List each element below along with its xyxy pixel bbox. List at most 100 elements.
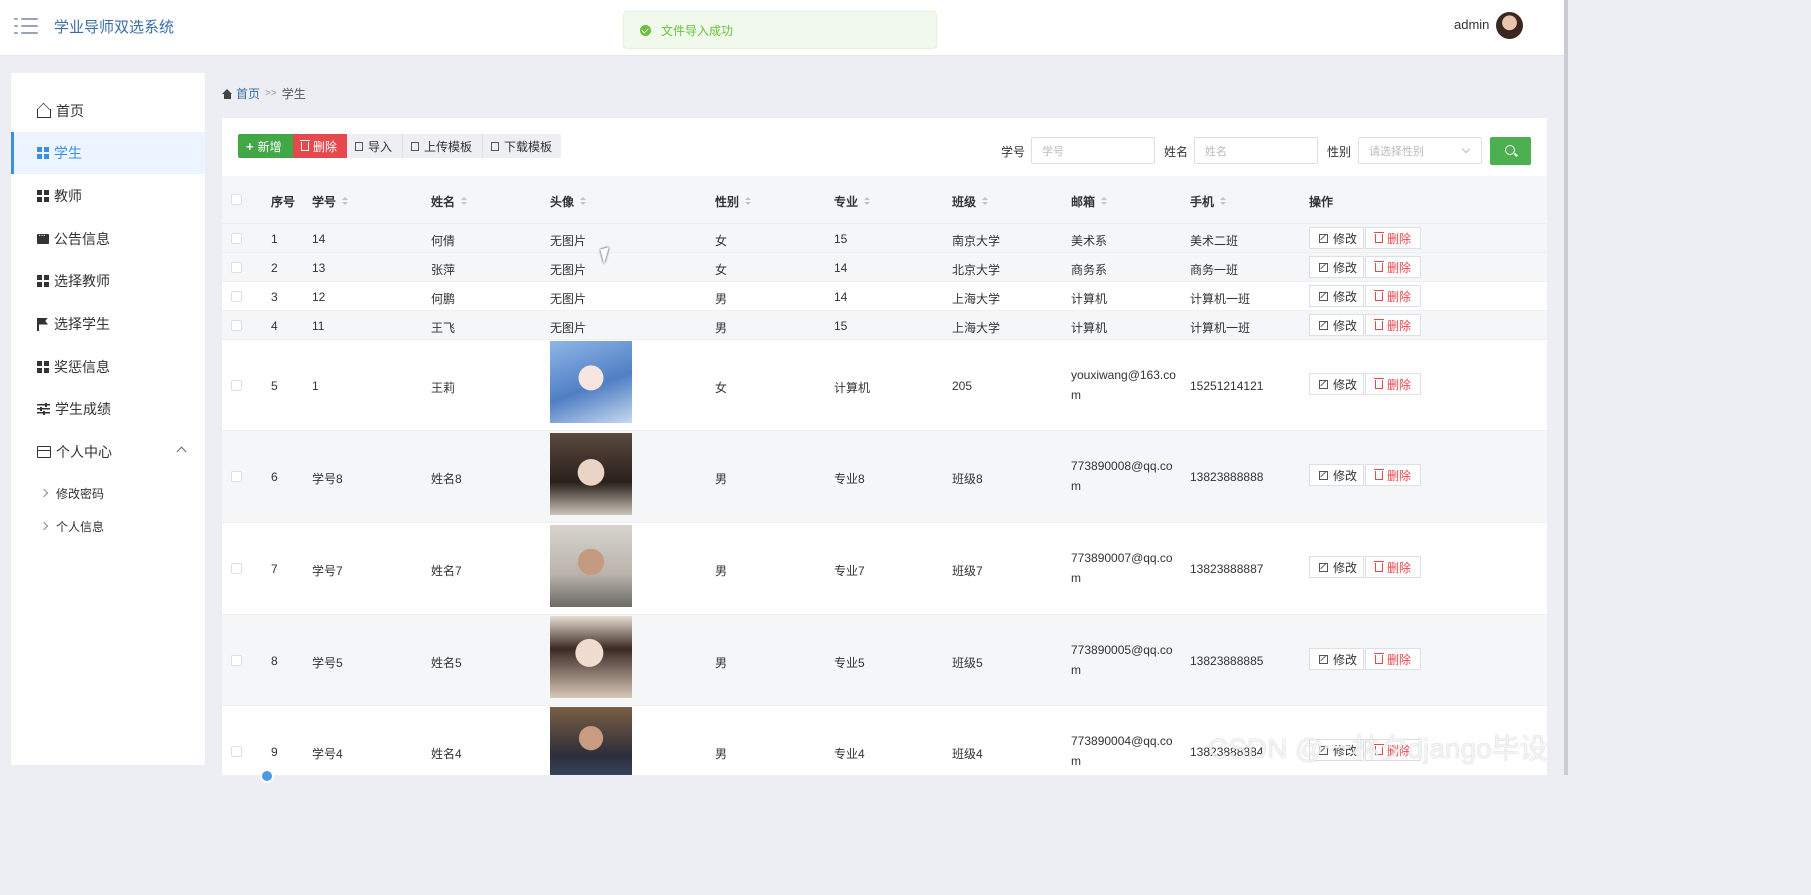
- edit-icon: [1319, 654, 1328, 664]
- table-header: 序号 学号 姓名 头像 性别 专业 班级 邮箱 手机 操作: [222, 176, 1547, 224]
- row-delete-button[interactable]: 删除: [1365, 464, 1421, 486]
- cell-name: 何倩: [431, 234, 456, 248]
- row-checkbox[interactable]: [231, 291, 242, 302]
- trash-icon: [300, 139, 310, 151]
- row-delete-button[interactable]: 删除: [1365, 285, 1421, 307]
- row-delete-button[interactable]: 删除: [1365, 373, 1421, 395]
- search-button[interactable]: [1490, 137, 1531, 165]
- sidebar-subitem-label: 修改密码: [56, 486, 105, 501]
- sidebar-subitem-change-password[interactable]: 修改密码: [11, 478, 205, 508]
- row-delete-button[interactable]: 删除: [1365, 556, 1421, 578]
- col-class[interactable]: 班级: [952, 193, 989, 210]
- row-delete-button[interactable]: 删除: [1365, 648, 1421, 670]
- window-scrollbar[interactable]: [1564, 0, 1568, 775]
- edit-button[interactable]: 修改: [1309, 373, 1364, 395]
- cell-no: 6: [271, 470, 278, 484]
- row-delete-button[interactable]: 删除: [1365, 256, 1421, 278]
- download-template-button[interactable]: 下载模板: [483, 134, 561, 158]
- edit-button[interactable]: 修改: [1309, 256, 1364, 278]
- edit-button[interactable]: 修改: [1309, 314, 1364, 336]
- sidebar-subitem-personal-info[interactable]: 个人信息: [11, 511, 205, 541]
- row-checkbox[interactable]: [231, 320, 242, 331]
- sidebar-item-label: 个人中心: [56, 444, 112, 460]
- select-all-checkbox[interactable]: [231, 194, 242, 205]
- floating-dot-icon[interactable]: [260, 769, 274, 783]
- sidebar-item-choose-teacher[interactable]: 选择教师: [11, 260, 205, 302]
- row-delete-button[interactable]: 删除: [1365, 227, 1421, 249]
- grid-icon: [37, 275, 49, 287]
- edit-button[interactable]: 修改: [1309, 648, 1364, 670]
- name-input[interactable]: 姓名: [1194, 137, 1318, 164]
- table-row: 1 14 何倩 无图片 女 15 南京大学 美术系 美术二班 修改 删除: [222, 224, 1547, 253]
- upload-template-button[interactable]: 上传模板: [403, 134, 483, 158]
- row-delete-button[interactable]: 删除: [1365, 314, 1421, 336]
- cell-avatar: 无图片: [550, 292, 587, 306]
- cell-major: 15: [834, 319, 848, 333]
- main-panel: + 新增 删除 导入 上传模板 下载模板 学号 学号 姓名 姓名 性别 请选择性别…: [222, 118, 1547, 775]
- col-email[interactable]: 邮箱: [1071, 193, 1108, 210]
- chevron-right-icon: [39, 521, 49, 531]
- row-checkbox[interactable]: [231, 471, 242, 482]
- import-label: 导入: [368, 139, 393, 154]
- sidebar-item-grades[interactable]: 学生成绩: [11, 388, 205, 430]
- breadcrumb-home-link[interactable]: 首页: [236, 85, 260, 102]
- trash-icon: [1374, 318, 1384, 330]
- cell-major: 14: [834, 261, 848, 275]
- edit-button[interactable]: 修改: [1309, 227, 1364, 249]
- cell-class: 北京大学: [952, 263, 1001, 277]
- col-name[interactable]: 姓名: [431, 193, 468, 210]
- cell-major: 计算机: [834, 381, 871, 395]
- sidebar-item-rewards[interactable]: 奖惩信息: [11, 346, 205, 388]
- row-checkbox[interactable]: [231, 746, 242, 757]
- row-checkbox[interactable]: [231, 233, 242, 244]
- edit-icon: [1319, 320, 1328, 330]
- trash-icon: [1374, 231, 1384, 243]
- student-id-input[interactable]: 学号: [1031, 137, 1155, 164]
- user-avatar[interactable]: [1496, 12, 1523, 39]
- cell-major: 专业8: [834, 472, 865, 486]
- delete-button[interactable]: 删除: [293, 134, 347, 158]
- sidebar-item-profile-center[interactable]: 个人中心: [11, 431, 205, 473]
- edit-label: 修改: [1333, 652, 1358, 667]
- menu-toggle-icon[interactable]: [14, 16, 38, 36]
- cell-class: 班级8: [952, 472, 983, 486]
- table-row: 6 学号8 姓名8 男 专业8 班级8 773890008@qq.com 138…: [222, 431, 1547, 523]
- cell-gender: 男: [715, 656, 728, 670]
- import-button[interactable]: 导入: [347, 134, 403, 158]
- sort-icon: [864, 197, 871, 206]
- edit-button[interactable]: 修改: [1309, 285, 1364, 307]
- cell-student-id: 学号7: [312, 564, 343, 578]
- sidebar-item-choose-student[interactable]: 选择学生: [11, 303, 205, 345]
- cell-name: 何鹏: [431, 292, 456, 306]
- cell-phone: 13823888888: [1190, 470, 1264, 484]
- edit-label: 修改: [1333, 377, 1358, 392]
- col-phone[interactable]: 手机: [1190, 193, 1227, 210]
- sidebar-item-notices[interactable]: 公告信息: [11, 218, 205, 260]
- delete-label: 删除: [313, 139, 338, 154]
- delete-label: 删除: [1387, 231, 1412, 246]
- row-checkbox[interactable]: [231, 655, 242, 666]
- gender-select-placeholder: 请选择性别: [1369, 145, 1424, 158]
- col-avatar[interactable]: 头像: [550, 193, 587, 210]
- table-row: 8 学号5 姓名5 男 专业5 班级5 773890005@qq.com 138…: [222, 615, 1547, 706]
- col-gender[interactable]: 性别: [715, 193, 752, 210]
- col-major[interactable]: 专业: [834, 193, 871, 210]
- user-name[interactable]: admin: [1454, 17, 1489, 32]
- sidebar-item-students[interactable]: 学生: [11, 132, 205, 174]
- table-row: 5 1 王莉 女 计算机 205 youxiwang@163.com 15251…: [222, 340, 1547, 431]
- sidebar-item-teachers[interactable]: 教师: [11, 175, 205, 217]
- cell-class: 上海大学: [952, 321, 1001, 335]
- row-checkbox[interactable]: [231, 563, 242, 574]
- edit-button[interactable]: 修改: [1309, 464, 1364, 486]
- gender-select[interactable]: 请选择性别: [1358, 137, 1482, 164]
- edit-icon: [1319, 470, 1328, 480]
- edit-button[interactable]: 修改: [1309, 556, 1364, 578]
- add-button[interactable]: + 新增: [238, 134, 293, 158]
- row-checkbox[interactable]: [231, 262, 242, 273]
- cell-student-id: 1: [312, 379, 319, 393]
- row-checkbox[interactable]: [231, 380, 242, 391]
- home-icon: [37, 108, 51, 118]
- col-student-id[interactable]: 学号: [312, 193, 349, 210]
- sidebar-item-home[interactable]: 首页: [11, 90, 205, 132]
- cell-no: 1: [271, 232, 278, 246]
